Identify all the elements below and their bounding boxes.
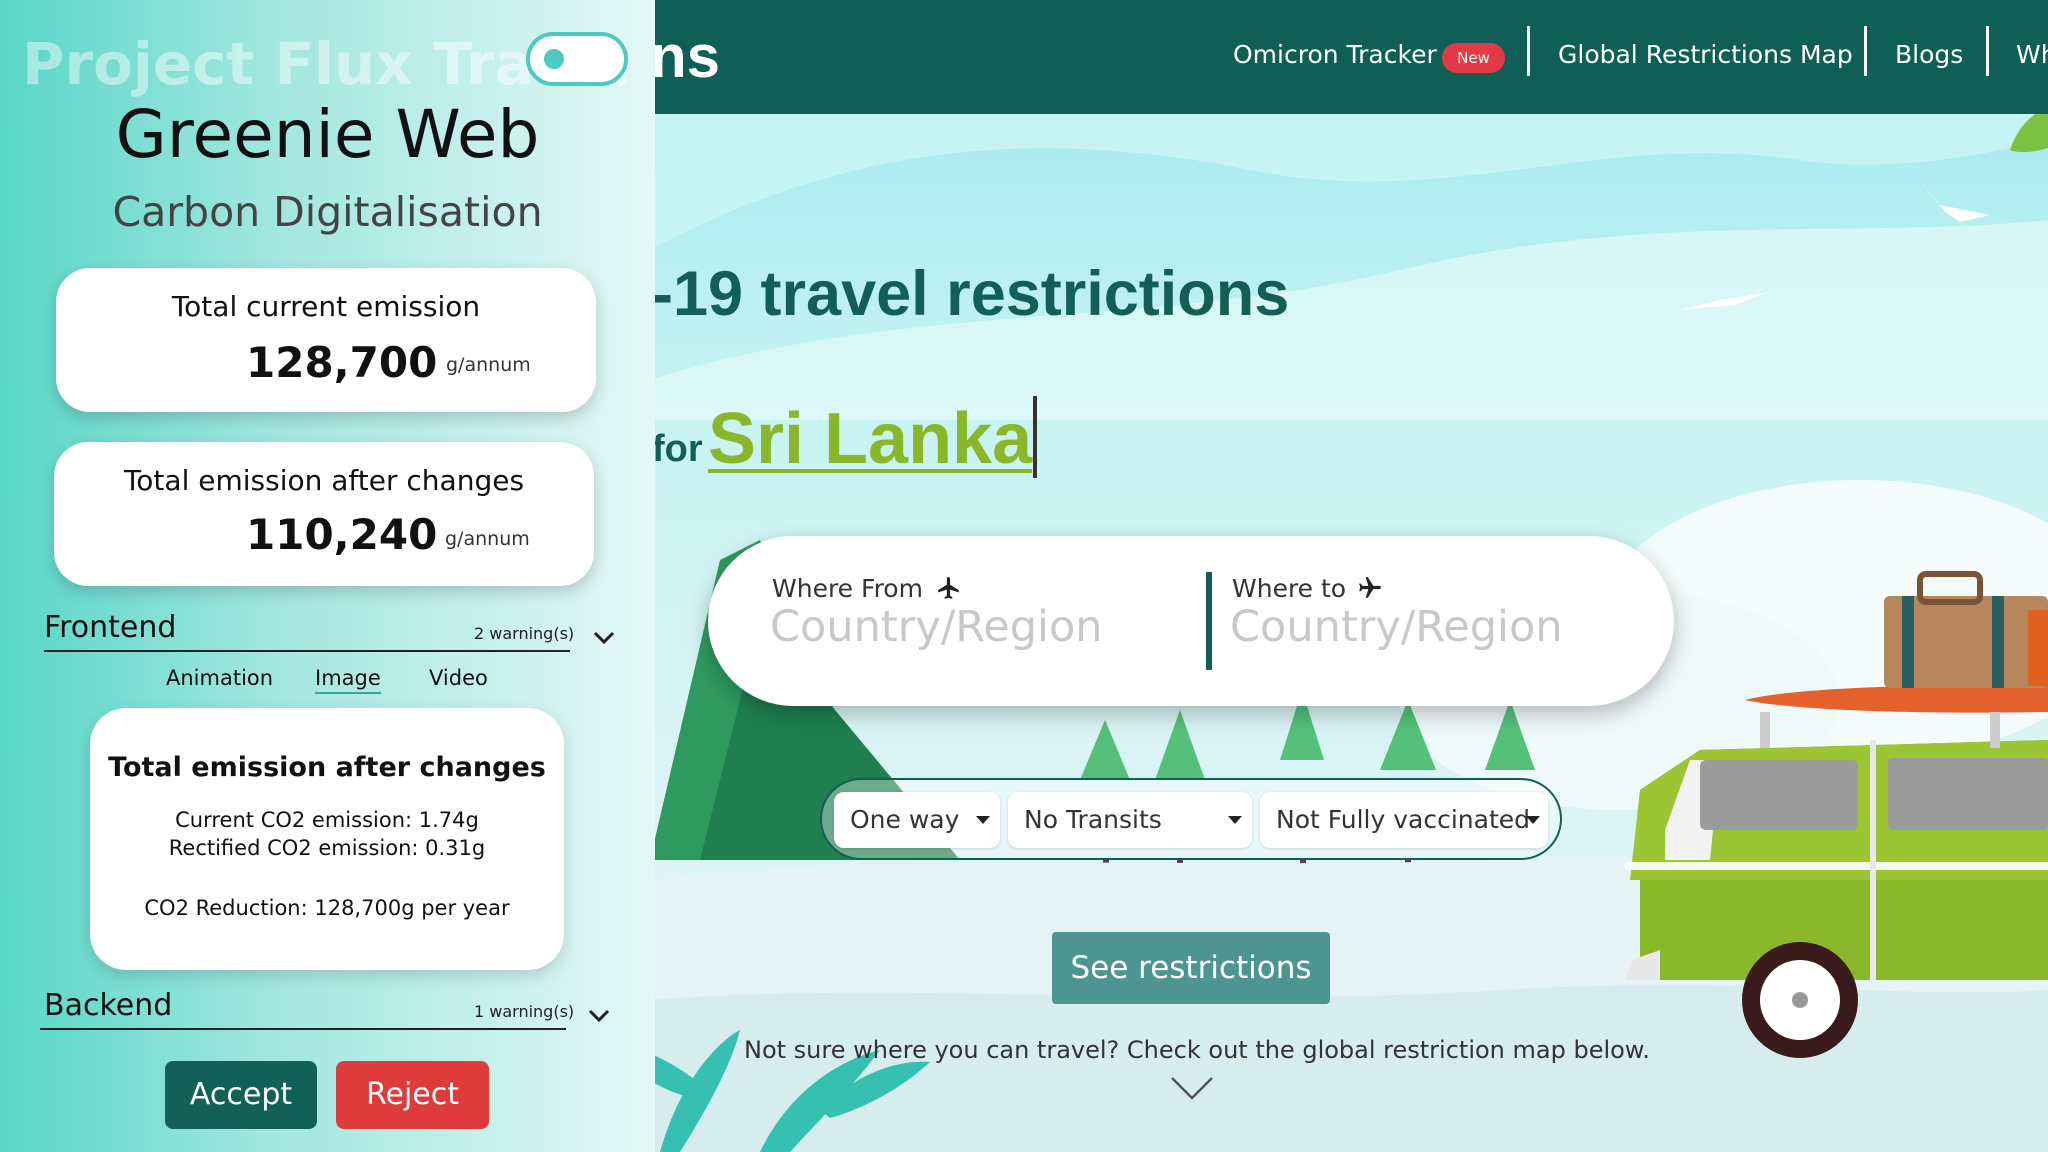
text-cursor [1033, 396, 1037, 478]
nav-truncated-item[interactable]: Wh [2016, 40, 2048, 69]
chevron-down-icon[interactable] [587, 1008, 611, 1024]
trip-type-select[interactable]: One way [834, 792, 1000, 848]
caret-down-icon [976, 816, 990, 824]
new-badge: New [1442, 43, 1505, 73]
where-to-label: Where to [1232, 574, 1384, 603]
plane-icon [938, 577, 959, 599]
after-emission-card: Total emission after changes 110,240 g/a… [54, 442, 594, 586]
where-from-text: Where From [772, 574, 923, 603]
detail-heading: Total emission after changes [108, 752, 546, 783]
nav-separator [1864, 26, 1867, 76]
toggle-knob [544, 49, 564, 69]
backend-warning-count: 1 warning(s) [474, 1002, 575, 1021]
section-divider [40, 1028, 566, 1030]
current-emission-card: Total current emission 128,700 g/annum [56, 268, 596, 412]
caret-down-icon [1526, 816, 1540, 824]
panel-title: Greenie Web [115, 96, 540, 173]
frontend-section-title[interactable]: Frontend [44, 610, 176, 645]
chevron-down-icon[interactable] [1170, 1076, 1214, 1102]
panel-toggle-switch[interactable] [526, 32, 628, 86]
tab-video[interactable]: Video [429, 666, 488, 690]
hero-title: -19 travel restrictions [652, 259, 1290, 329]
hero-for-label: for [652, 428, 703, 470]
restriction-map-hint: Not sure where you can travel? Check out… [744, 1036, 1650, 1064]
nav-omicron-tracker[interactable]: Omicron Tracker [1233, 40, 1437, 69]
where-from-input[interactable] [770, 602, 1150, 652]
greenie-web-panel: Project Flux Travel Greenie Web Carbon D… [0, 0, 655, 1152]
detail-co2-reduction: CO2 Reduction: 128,700g per year [144, 896, 510, 920]
after-emission-value: 110,240 [246, 510, 438, 559]
plane-icon [1359, 577, 1381, 598]
hero-country: Sri Lanka [708, 399, 1033, 479]
vaccination-value: Not Fully vaccinated [1276, 805, 1531, 834]
transits-select[interactable]: No Transits [1008, 792, 1252, 848]
current-emission-value: 128,700 [246, 338, 438, 387]
frontend-warning-count: 2 warning(s) [474, 624, 575, 643]
detail-current-co2: Current CO2 emission: 1.74g [175, 808, 479, 832]
see-restrictions-button[interactable]: See restrictions [1052, 932, 1330, 1004]
detail-rectified-co2: Rectified CO2 emission: 0.31g [168, 836, 486, 860]
backend-section-title[interactable]: Backend [44, 988, 172, 1023]
field-divider [1206, 572, 1212, 670]
reject-button[interactable]: Reject [336, 1061, 489, 1129]
vaccination-select[interactable]: Not Fully vaccinated [1260, 792, 1548, 848]
trip-type-value: One way [850, 805, 960, 834]
nav-separator [1527, 26, 1530, 76]
caret-down-icon [1228, 816, 1242, 824]
nav-separator [1986, 26, 1989, 76]
after-emission-label: Total emission after changes [123, 464, 525, 497]
accept-button[interactable]: Accept [165, 1061, 317, 1129]
search-box: Where From Where to [708, 536, 1674, 706]
nav-global-restrictions-map[interactable]: Global Restrictions Map [1558, 40, 1853, 69]
section-divider [44, 650, 570, 652]
trip-options-bar: One way No Transits Not Fully vaccinated [820, 778, 1562, 860]
transits-value: No Transits [1024, 805, 1162, 834]
current-emission-unit: g/annum [446, 354, 531, 376]
nav-blogs[interactable]: Blogs [1895, 40, 1963, 69]
panel-subtitle: Carbon Digitalisation [112, 188, 543, 236]
tab-animation[interactable]: Animation [166, 666, 273, 690]
tab-image[interactable]: Image [315, 666, 381, 694]
current-emission-label: Total current emission [171, 290, 481, 323]
after-emission-unit: g/annum [445, 528, 530, 550]
chevron-down-icon[interactable] [592, 630, 616, 646]
image-emission-detail-card: Total emission after changes Current CO2… [90, 708, 564, 970]
where-from-label: Where From [772, 574, 963, 603]
where-to-input[interactable] [1230, 602, 1610, 652]
where-to-text: Where to [1232, 574, 1347, 603]
site-logo[interactable]: ns [650, 22, 720, 91]
